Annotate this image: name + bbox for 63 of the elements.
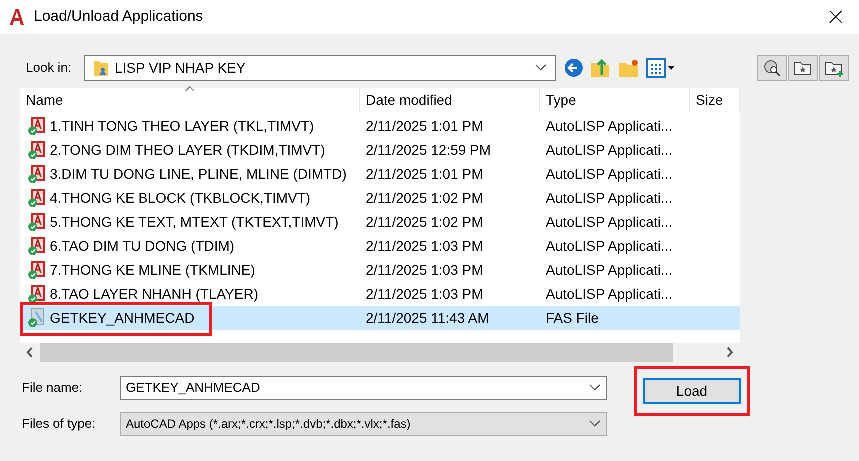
file-name: GETKEY_ANHMECAD bbox=[50, 308, 195, 328]
globe-search-button[interactable] bbox=[757, 55, 787, 81]
type-cell-text: AutoLISP Applicati... bbox=[545, 116, 674, 136]
date-cell-text: 2/11/2025 1:01 PM bbox=[365, 164, 484, 184]
file-icon bbox=[28, 308, 46, 328]
chevron-down-icon bbox=[535, 64, 547, 72]
file-name: 3.DIM TU DONG LINE, PLINE, MLINE (DIMTD) bbox=[50, 164, 347, 184]
type-cell-text: AutoLISP Applicati... bbox=[545, 212, 674, 232]
type-cell-text: AutoLISP Applicati... bbox=[545, 140, 674, 160]
look-in-dropdown[interactable]: LISP VIP NHAP KEY bbox=[84, 55, 556, 81]
new-folder-icon[interactable] bbox=[618, 58, 640, 78]
type-cell-text: AutoLISP Applicati... bbox=[545, 236, 674, 256]
look-in-label: Look in: bbox=[26, 59, 73, 78]
user-folder-icon bbox=[93, 59, 109, 77]
sort-ascending-icon bbox=[185, 86, 195, 92]
file-name-value: GETKEY_ANHMECAD bbox=[126, 379, 262, 398]
lisp-file-icon bbox=[28, 236, 46, 256]
date-cell-text: 2/11/2025 1:03 PM bbox=[365, 236, 484, 256]
date-cell-text: 2/11/2025 1:02 PM bbox=[365, 188, 484, 208]
file-name: 1.TINH TONG THEO LAYER (TKL,TIMVT) bbox=[50, 116, 314, 136]
date-cell-text: 2/11/2025 11:43 AM bbox=[365, 308, 490, 328]
file-name: 6.TAO DIM TU DONG (TDIM) bbox=[50, 236, 235, 256]
lisp-file-icon bbox=[28, 116, 46, 136]
file-name: 2.TONG DIM THEO LAYER (TKDIM,TIMVT) bbox=[50, 140, 326, 160]
load-button[interactable]: Load bbox=[643, 378, 741, 404]
file-type-value: AutoCAD Apps (*.arx;*.crx;*.lsp;*.dvb;*.dbx;*.vlx;*.fas) bbox=[126, 416, 412, 433]
lisp-file-icon bbox=[28, 140, 46, 160]
file-type-label: Files of type: bbox=[22, 415, 97, 434]
date-cell-text: 2/11/2025 1:03 PM bbox=[365, 284, 484, 304]
folder-up-icon[interactable] bbox=[590, 57, 612, 79]
type-cell-text: AutoLISP Applicati... bbox=[545, 284, 674, 304]
close-icon bbox=[829, 10, 843, 24]
date-cell-text: 2/11/2025 1:03 PM bbox=[365, 260, 484, 280]
type-cell-text: AutoLISP Applicati... bbox=[545, 164, 674, 184]
type-cell-text: FAS File bbox=[545, 308, 600, 328]
lisp-file-icon bbox=[28, 284, 46, 304]
date-cell-text: 2/11/2025 1:02 PM bbox=[365, 212, 484, 232]
file-name-label: File name: bbox=[22, 379, 84, 398]
lisp-file-icon bbox=[28, 212, 46, 232]
file-type-dropdown[interactable]: AutoCAD Apps (*.arx;*.crx;*.lsp;*.dvb;*.dbx;*.vlx;*.fas) bbox=[120, 412, 607, 436]
look-in-value: LISP VIP NHAP KEY bbox=[115, 58, 247, 78]
lisp-file-icon bbox=[28, 164, 46, 184]
file-row[interactable]: GETKEY_ANHMECAD 2/11/2025 11:43 AM FAS File bbox=[20, 306, 740, 330]
file-name: 8.TAO LAYER NHANH (TLAYER) bbox=[50, 284, 258, 304]
file-name: 7.THONG KE MLINE (TKMLINE) bbox=[50, 260, 256, 280]
chevron-down-icon bbox=[589, 420, 601, 428]
add-favorite-folder-button[interactable] bbox=[819, 55, 849, 81]
view-menu-icon[interactable] bbox=[646, 58, 676, 78]
date-cell-text: 2/11/2025 1:01 PM bbox=[365, 116, 484, 136]
file-name-field[interactable]: GETKEY_ANHMECAD bbox=[120, 376, 607, 400]
globe-search-icon bbox=[763, 59, 781, 77]
lisp-file-icon bbox=[28, 260, 46, 280]
date-cell-text: 2/11/2025 12:59 PM bbox=[365, 140, 492, 160]
type-cell-text: AutoLISP Applicati... bbox=[545, 260, 674, 280]
lisp-file-icon bbox=[28, 188, 46, 208]
favorite-folder-button[interactable] bbox=[788, 55, 818, 81]
file-name: 4.THONG KE BLOCK (TKBLOCK,TIMVT) bbox=[50, 188, 311, 208]
app-logo-icon bbox=[8, 8, 26, 26]
chevron-down-icon bbox=[589, 384, 601, 392]
window-title: Load/Unload Applications bbox=[34, 6, 204, 27]
back-icon[interactable] bbox=[564, 58, 584, 78]
type-cell-text: AutoLISP Applicati... bbox=[545, 188, 674, 208]
file-name: 5.THONG KE TEXT, MTEXT (TKTEXT,TIMVT) bbox=[50, 212, 339, 232]
